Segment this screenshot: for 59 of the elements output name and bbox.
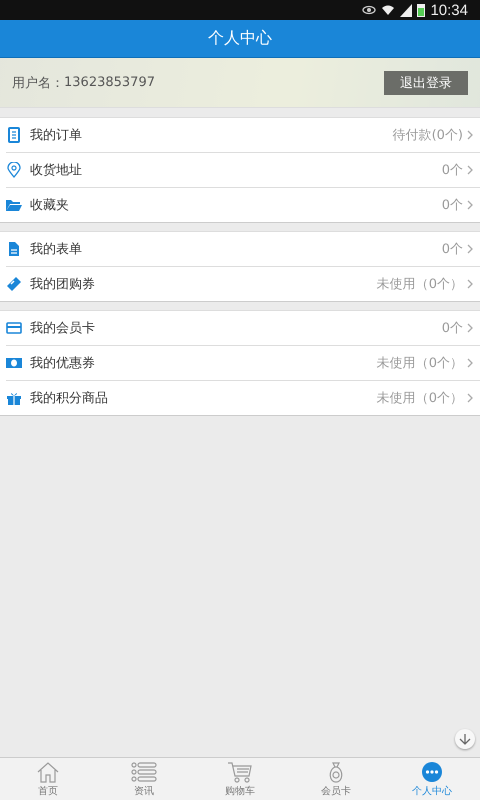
- tab[interactable]: 会员卡: [288, 758, 384, 800]
- location-pin-icon: [6, 162, 22, 178]
- page-title: 个人中心: [208, 28, 272, 49]
- tab[interactable]: 购物车: [192, 758, 288, 800]
- username: 13623853797: [64, 75, 155, 90]
- chevron-icon: [467, 165, 473, 175]
- item-count: 0个: [442, 320, 463, 337]
- item-label: 我的会员卡: [30, 320, 95, 337]
- battery-icon: [417, 3, 426, 17]
- chevron-icon: [467, 393, 473, 403]
- item-label: 我的积分商品: [30, 390, 108, 407]
- item-label: 我的优惠券: [30, 355, 95, 372]
- item-label: 我的表单: [30, 241, 82, 258]
- item-count: 0个: [442, 162, 463, 179]
- down-arrow-icon: [459, 733, 471, 745]
- tab[interactable]: 个人中心: [384, 758, 480, 800]
- chevron-icon: [467, 323, 473, 333]
- file-icon: [6, 241, 22, 257]
- tab[interactable]: 首页: [0, 758, 96, 800]
- item-label: 收藏夹: [30, 197, 69, 214]
- item-label: 我的团购券: [30, 276, 95, 293]
- item-count: 待付款(0个): [392, 127, 463, 144]
- chevron-icon: [467, 244, 473, 254]
- scroll-down-button[interactable]: [455, 729, 475, 749]
- house-icon: [35, 760, 61, 782]
- item-count: 0个: [442, 241, 463, 258]
- chevron-icon: [467, 200, 473, 210]
- card-icon: [6, 320, 22, 336]
- chevron-icon: [467, 279, 473, 289]
- cart-icon: [227, 760, 253, 782]
- folder-icon: [6, 197, 22, 213]
- chevron-icon: [467, 130, 473, 140]
- menu-item[interactable]: 我的团购券 未使用（0个）: [6, 267, 480, 301]
- ticket-icon: [6, 276, 22, 292]
- wifi-icon: [381, 3, 396, 17]
- eye-icon: [362, 5, 376, 15]
- menu-item[interactable]: 我的会员卡 0个: [6, 311, 480, 346]
- item-label: 收货地址: [30, 162, 82, 179]
- menu-item[interactable]: 收货地址 0个: [6, 153, 480, 188]
- username-label: 用户名：: [12, 74, 64, 92]
- item-count: 未使用（0个）: [376, 390, 463, 407]
- signal-icon: [400, 4, 412, 16]
- item-count: 未使用（0个）: [376, 276, 463, 293]
- item-label: 我的订单: [30, 127, 82, 144]
- menu-item[interactable]: 我的优惠券 未使用（0个）: [6, 346, 480, 381]
- item-count: 未使用（0个）: [376, 355, 463, 372]
- logout-button[interactable]: 退出登录: [384, 70, 468, 94]
- document-icon: [6, 127, 22, 143]
- banknote-icon: [6, 355, 22, 371]
- item-count: 0个: [442, 197, 463, 214]
- tab[interactable]: 资讯: [96, 758, 192, 800]
- clock: 10:34: [430, 2, 468, 18]
- chevron-icon: [467, 358, 473, 368]
- menu-item[interactable]: 我的订单 待付款(0个): [6, 118, 480, 153]
- more-icon: [419, 760, 445, 782]
- menu-item[interactable]: 我的积分商品 未使用（0个）: [6, 381, 480, 415]
- menu-item[interactable]: 我的表单 0个: [6, 232, 480, 267]
- menu-item[interactable]: 收藏夹 0个: [6, 188, 480, 222]
- list-icon: [131, 760, 157, 782]
